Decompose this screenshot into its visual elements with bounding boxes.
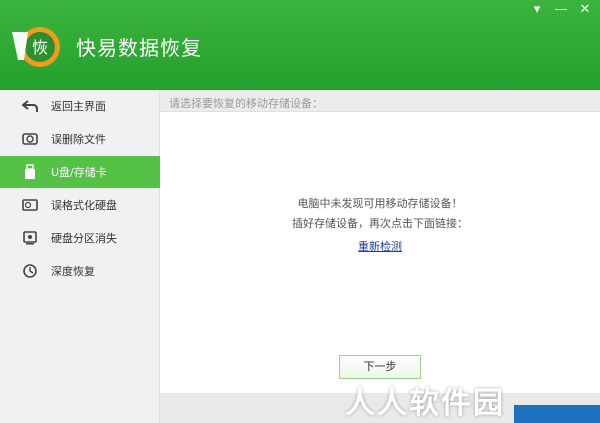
next-button[interactable]: 下一步 (339, 355, 421, 379)
usb-drive-icon (21, 163, 39, 181)
sidebar-item-label: 深度恢复 (51, 265, 95, 278)
sidebar-item-label: 误删除文件 (51, 133, 106, 146)
redetect-link[interactable]: 重新检测 (160, 238, 600, 254)
sidebar-item-label: 返回主界面 (51, 100, 106, 113)
main-header: 请选择要恢复的移动存储设备： (160, 90, 600, 112)
logo-text: 恢 (32, 38, 48, 57)
sidebar-item-partition[interactable]: 硬盘分区消失 (0, 222, 160, 254)
minimize-icon[interactable]: — (552, 2, 570, 18)
title-bar: 恢 快易数据恢复 ▾ — ✕ (0, 0, 600, 90)
sidebar-item-deep-recovery[interactable]: 深度恢复 (0, 255, 160, 287)
deep-recovery-icon (21, 262, 39, 280)
main-header-text: 请选择要恢复的移动存储设备： (169, 97, 323, 110)
close-icon[interactable]: ✕ (576, 2, 594, 18)
app-title: 快易数据恢复 (76, 36, 202, 60)
sidebar-item-label: U盘/存储卡 (51, 166, 107, 179)
insert-device-message: 插好存储设备，再次点击下面链接： (292, 217, 468, 230)
sidebar: 返回主界面 误删除文件 U盘/存储卡 误格式化硬盘 硬盘分区消失 深度恢复 (0, 90, 160, 423)
recycle-bin-icon (21, 130, 39, 148)
no-device-message: 电脑中未发现可用移动存储设备！ (297, 197, 463, 210)
help-icon[interactable]: ▾ (528, 2, 546, 18)
sidebar-item-usb[interactable]: U盘/存储卡 (0, 156, 160, 188)
sidebar-item-label: 误格式化硬盘 (51, 199, 117, 212)
window-controls: ▾ — ✕ (528, 2, 594, 18)
back-arrow-icon (21, 97, 39, 115)
sidebar-item-back[interactable]: 返回主界面 (0, 90, 160, 122)
watermark: 人人软件园 (345, 386, 505, 421)
sidebar-item-label: 硬盘分区消失 (51, 232, 117, 245)
partition-icon (21, 229, 39, 247)
sidebar-item-deleted-files[interactable]: 误删除文件 (0, 123, 160, 155)
hard-disk-icon (21, 196, 39, 214)
sidebar-item-format-disk[interactable]: 误格式化硬盘 (0, 189, 160, 221)
app-logo-icon: 恢 (12, 27, 60, 67)
corner-badge (514, 405, 600, 423)
